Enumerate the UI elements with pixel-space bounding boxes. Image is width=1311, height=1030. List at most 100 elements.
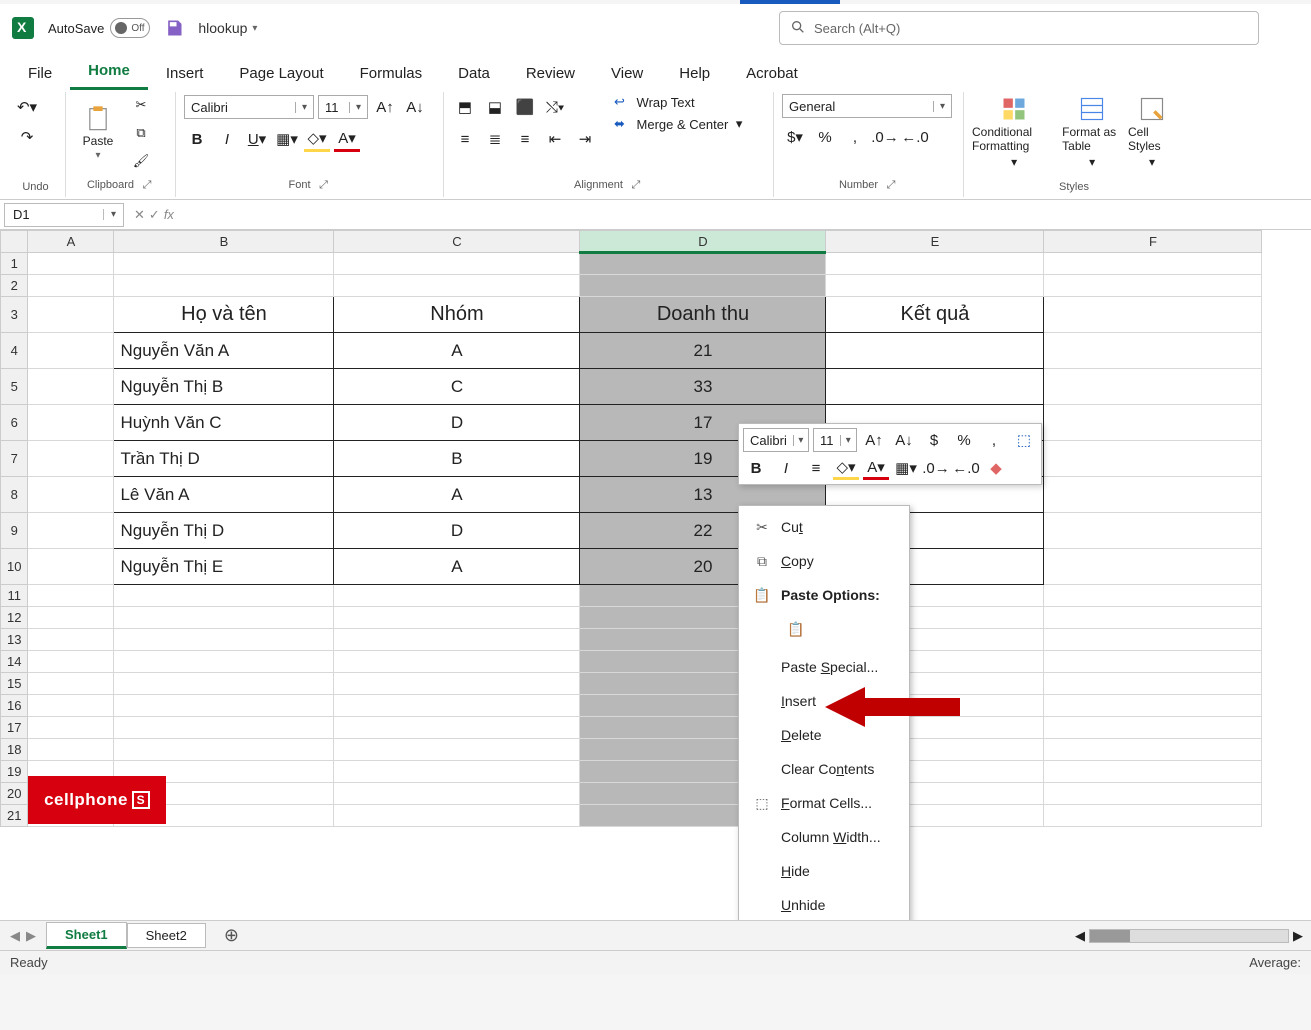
tab-home[interactable]: Home bbox=[70, 54, 148, 90]
scroll-right-button[interactable]: ▶ bbox=[1293, 928, 1303, 944]
cut-button[interactable]: ✂ bbox=[128, 94, 154, 116]
ctx-column-width[interactable]: Column Width... bbox=[739, 820, 909, 854]
mini-dec-decimal-button[interactable]: ←.0 bbox=[953, 456, 979, 480]
add-sheet-button[interactable]: ⊕ bbox=[206, 921, 257, 950]
ctx-hide[interactable]: Hide bbox=[739, 854, 909, 888]
mini-accounting-button[interactable]: $ bbox=[921, 428, 947, 452]
redo-button[interactable]: ↷ bbox=[14, 124, 40, 150]
align-center-button[interactable]: ≣ bbox=[482, 126, 508, 152]
mini-italic-button[interactable]: I bbox=[773, 456, 799, 480]
row-header[interactable]: 14 bbox=[1, 651, 28, 673]
row-header[interactable]: 20 bbox=[1, 783, 28, 805]
paste-button[interactable]: Paste▾ bbox=[74, 94, 122, 170]
row-header[interactable]: 1 bbox=[1, 253, 28, 275]
row-header[interactable]: 8 bbox=[1, 477, 28, 513]
row-header[interactable]: 4 bbox=[1, 333, 28, 369]
align-top-button[interactable]: ⬒ bbox=[452, 94, 478, 120]
sheet-nav-next[interactable]: ▶ bbox=[26, 928, 36, 944]
tab-formulas[interactable]: Formulas bbox=[342, 57, 441, 90]
cell[interactable]: Nguyễn Thị D bbox=[114, 513, 334, 549]
col-header-f[interactable]: F bbox=[1044, 231, 1262, 253]
ctx-paste-special[interactable]: Paste Special... bbox=[739, 650, 909, 684]
search-input[interactable]: Search (Alt+Q) bbox=[779, 11, 1259, 45]
row-header[interactable]: 5 bbox=[1, 369, 28, 405]
cell[interactable]: D bbox=[334, 405, 580, 441]
conditional-formatting-button[interactable]: Conditional Formatting▾ bbox=[972, 94, 1056, 170]
align-left-button[interactable]: ≡ bbox=[452, 126, 478, 152]
cell[interactable]: 21 bbox=[580, 333, 826, 369]
accounting-button[interactable]: $▾ bbox=[782, 124, 808, 150]
mini-percent-button[interactable]: % bbox=[951, 428, 977, 452]
align-right-button[interactable]: ≡ bbox=[512, 126, 538, 152]
mini-font-color-button[interactable]: A▾ bbox=[863, 456, 889, 480]
fill-color-button[interactable]: ◇▾ bbox=[304, 126, 330, 152]
number-format-combo[interactable]: General▾ bbox=[782, 94, 952, 118]
ctx-cut[interactable]: ✂Cut bbox=[739, 510, 909, 544]
horizontal-scrollbar[interactable] bbox=[1089, 929, 1289, 943]
col-header-c[interactable]: C bbox=[334, 231, 580, 253]
cell[interactable]: Nguyễn Thị B bbox=[114, 369, 334, 405]
ctx-format-cells[interactable]: ⬚Format Cells... bbox=[739, 786, 909, 820]
row-header[interactable]: 10 bbox=[1, 549, 28, 585]
percent-button[interactable]: % bbox=[812, 124, 838, 150]
mini-inc-decimal-button[interactable]: .0→ bbox=[923, 456, 949, 480]
borders-button[interactable]: ▦▾ bbox=[274, 126, 300, 152]
row-header[interactable]: 12 bbox=[1, 607, 28, 629]
wrap-text-button[interactable]: ↩ Wrap Text bbox=[614, 94, 742, 110]
font-color-button[interactable]: A▾ bbox=[334, 126, 360, 152]
fx-button[interactable]: fx bbox=[164, 207, 174, 223]
copy-button[interactable]: ⧉ bbox=[128, 122, 154, 144]
tab-review[interactable]: Review bbox=[508, 57, 593, 90]
mini-clear-button[interactable]: ◆ bbox=[983, 456, 1009, 480]
row-header[interactable]: 13 bbox=[1, 629, 28, 651]
cell[interactable]: A bbox=[334, 477, 580, 513]
ctx-paste-default[interactable]: 📋 bbox=[781, 614, 811, 644]
underline-button[interactable]: U▾ bbox=[244, 126, 270, 152]
format-painter-button[interactable]: 🖌 bbox=[128, 150, 154, 172]
row-header[interactable]: 17 bbox=[1, 717, 28, 739]
decrease-decimal-button[interactable]: ←.0 bbox=[902, 124, 928, 150]
mini-comma-button[interactable]: , bbox=[981, 428, 1007, 452]
cell[interactable]: A bbox=[334, 333, 580, 369]
align-bottom-button[interactable]: ⬛ bbox=[512, 94, 538, 120]
align-middle-button[interactable]: ⬓ bbox=[482, 94, 508, 120]
format-as-table-button[interactable]: Format as Table▾ bbox=[1062, 94, 1122, 170]
mini-fill-color-button[interactable]: ◇▾ bbox=[833, 456, 859, 480]
tab-acrobat[interactable]: Acrobat bbox=[728, 57, 816, 90]
row-header[interactable]: 16 bbox=[1, 695, 28, 717]
decrease-font-button[interactable]: A↓ bbox=[402, 94, 428, 120]
increase-decimal-button[interactable]: .0→ bbox=[872, 124, 898, 150]
decrease-indent-button[interactable]: ⇤ bbox=[542, 126, 568, 152]
save-icon[interactable] bbox=[164, 18, 184, 38]
cell[interactable] bbox=[826, 333, 1044, 369]
cell[interactable]: B bbox=[334, 441, 580, 477]
sheet-nav-prev[interactable]: ◀ bbox=[10, 928, 20, 944]
mini-align-button[interactable]: ≡ bbox=[803, 456, 829, 480]
tab-file[interactable]: File bbox=[10, 57, 70, 90]
cell[interactable]: Nhóm bbox=[334, 297, 580, 333]
cell[interactable]: 33 bbox=[580, 369, 826, 405]
tab-help[interactable]: Help bbox=[661, 57, 728, 90]
cell[interactable]: Nguyễn Thị E bbox=[114, 549, 334, 585]
cell[interactable]: Huỳnh Văn C bbox=[114, 405, 334, 441]
row-header[interactable]: 19 bbox=[1, 761, 28, 783]
tab-pagelayout[interactable]: Page Layout bbox=[221, 57, 341, 90]
row-header[interactable]: 15 bbox=[1, 673, 28, 695]
cell[interactable]: Trần Thị D bbox=[114, 441, 334, 477]
cell[interactable]: Họ và tên bbox=[114, 297, 334, 333]
row-header[interactable]: 21 bbox=[1, 805, 28, 827]
mini-size-combo[interactable]: 11▾ bbox=[813, 428, 857, 452]
autosave-toggle[interactable]: Off bbox=[110, 18, 150, 38]
cell[interactable]: Nguyễn Văn A bbox=[114, 333, 334, 369]
ctx-unhide[interactable]: Unhide bbox=[739, 888, 909, 920]
select-all-button[interactable] bbox=[1, 231, 28, 253]
row-header[interactable]: 11 bbox=[1, 585, 28, 607]
cell[interactable]: Kết quả bbox=[826, 297, 1044, 333]
filename[interactable]: hlookup▾ bbox=[198, 20, 257, 36]
tab-data[interactable]: Data bbox=[440, 57, 508, 90]
tab-insert[interactable]: Insert bbox=[148, 57, 222, 90]
ctx-clear-contents[interactable]: Clear Contents bbox=[739, 752, 909, 786]
merge-center-button[interactable]: ⬌ Merge & Center ▾ bbox=[614, 116, 742, 132]
row-header[interactable]: 3 bbox=[1, 297, 28, 333]
mini-decrease-font-button[interactable]: A↓ bbox=[891, 428, 917, 452]
